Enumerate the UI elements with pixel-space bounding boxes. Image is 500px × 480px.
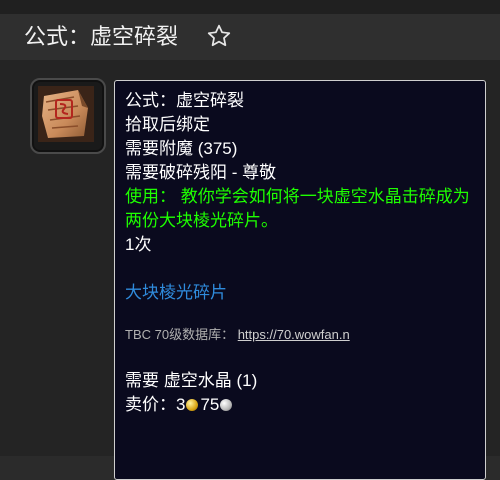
use-text: 教你学会如何将一块虚空水晶击碎成为两份大块棱光碎片。 <box>125 187 470 230</box>
reputation-requirement: 需要破碎残阳 - 尊敬 <box>125 163 277 182</box>
star-outline-icon[interactable] <box>206 23 232 49</box>
item-tooltip: 公式：虚空碎裂 拾取后绑定 需要附魔 (375) 需要破碎残阳 - 尊敬 使用：… <box>114 80 486 480</box>
sell-price: 卖价：3 75 <box>125 393 477 417</box>
page-title: 公式：虚空碎裂 <box>24 24 179 49</box>
top-strip <box>0 0 500 14</box>
database-label: TBC 70级数据库： <box>125 327 235 342</box>
reagent-item: 虚空水晶 (1) <box>163 371 258 390</box>
price-label: 卖价： <box>125 395 176 414</box>
use-effect: 使用： 教你学会如何将一块虚空水晶击碎成为两份大块棱光碎片。 <box>125 185 477 233</box>
use-label: 使用： <box>125 187 176 206</box>
silver-coin-icon <box>220 399 233 411</box>
reagent-label: 需要 <box>125 371 159 390</box>
price-silver: 75 <box>200 395 220 414</box>
database-source: TBC 70级数据库： https://70.wowfan.n <box>125 325 477 345</box>
reagent-line: 需要 虚空水晶 (1) <box>125 369 477 393</box>
page-header: 公式：虚空碎裂 <box>0 14 500 61</box>
created-item-link[interactable]: 大块棱光碎片 <box>125 281 477 305</box>
price-gold: 3 <box>176 395 186 414</box>
item-name: 公式：虚空碎裂 <box>125 91 244 110</box>
item-panel: 公式：虚空碎裂 拾取后绑定 需要附魔 (375) 需要破碎残阳 - 尊敬 使用：… <box>0 60 500 480</box>
charges: 1次 <box>125 235 152 254</box>
bind-text: 拾取后绑定 <box>125 115 210 134</box>
skill-requirement: 需要附魔 (375) <box>125 139 238 158</box>
gold-coin-icon <box>186 399 199 411</box>
database-link[interactable]: https://70.wowfan.n <box>238 327 350 342</box>
recipe-scroll-icon[interactable] <box>30 78 106 154</box>
